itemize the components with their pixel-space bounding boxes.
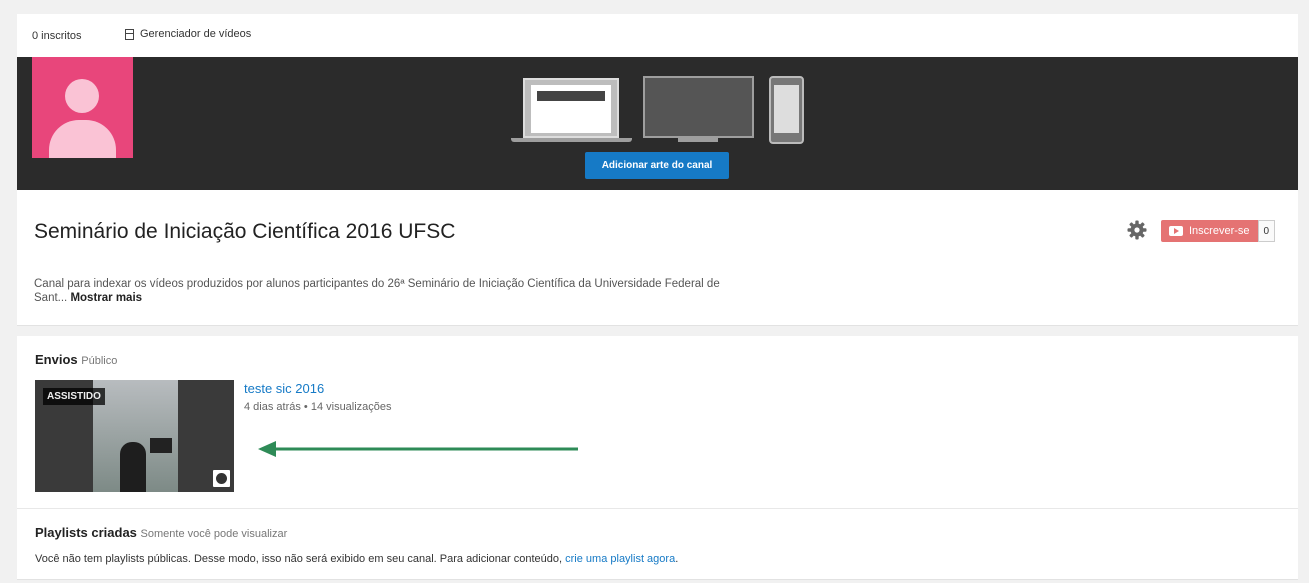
create-playlist-link[interactable]: crie uma playlist agora <box>565 553 675 565</box>
channel-banner: Adicionar arte do canal <box>17 57 1298 190</box>
watched-badge: ASSISTIDO <box>43 388 105 405</box>
uploads-section: Envios Público ASSISTIDO teste sic 2016 … <box>17 336 1298 509</box>
avatar[interactable] <box>32 57 133 158</box>
uploads-visibility: Público <box>81 355 118 367</box>
subscribe-control: Inscrever-se 0 <box>1161 220 1276 242</box>
video-manager-label: Gerenciador de vídeos <box>140 28 252 40</box>
thumbnail-monitor <box>150 438 172 453</box>
playlists-subtitle: Somente você pode visualizar <box>140 528 288 540</box>
channel-topbar: 0 inscritos Gerenciador de vídeos <box>17 14 1298 58</box>
description-line-2: Sant... <box>34 292 68 304</box>
subscribe-button[interactable]: Inscrever-se <box>1161 220 1258 242</box>
add-channel-art-button[interactable]: Adicionar arte do canal <box>585 152 729 179</box>
video-manager-link[interactable]: Gerenciador de vídeos <box>125 28 251 40</box>
playlists-message: Você não tem playlists públicas. Desse m… <box>35 553 678 565</box>
video-meta: 4 dias atrás • 14 visualizações <box>244 401 392 413</box>
subscribe-label: Inscrever-se <box>1189 225 1250 237</box>
uploads-title: Envios Público <box>35 352 117 367</box>
channel-title: Seminário de Iniciação Científica 2016 U… <box>34 220 456 243</box>
playlists-text-end: . <box>675 553 679 565</box>
uploads-title-text: Envios <box>35 352 78 367</box>
thumbnail-person <box>120 442 146 492</box>
playlists-title-text: Playlists criadas <box>35 525 137 540</box>
subscriber-count-badge: 0 <box>1257 220 1276 242</box>
show-more-link[interactable]: Mostrar mais <box>70 292 142 304</box>
playlists-title: Playlists criadas Somente você pode visu… <box>35 525 287 540</box>
avatar-head <box>65 79 99 113</box>
play-icon <box>1169 226 1183 236</box>
arrow-left-icon <box>258 441 578 457</box>
avatar-body <box>49 120 116 158</box>
tv-preview-icon <box>643 76 754 146</box>
video-manager-icon <box>125 28 134 40</box>
channel-description: Canal para indexar os vídeos produzidos … <box>34 277 834 305</box>
clock-icon[interactable] <box>213 470 230 487</box>
playlists-text: Você não tem playlists públicas. Desse m… <box>35 553 566 565</box>
playlists-section: Playlists criadas Somente você pode visu… <box>17 508 1298 580</box>
video-title-link[interactable]: teste sic 2016 <box>244 381 324 396</box>
channel-info: Seminário de Iniciação Científica 2016 U… <box>17 190 1298 326</box>
subscriber-count: 0 inscritos <box>32 30 82 42</box>
laptop-preview-icon <box>511 78 632 144</box>
gear-icon[interactable] <box>1127 220 1147 240</box>
description-line-1: Canal para indexar os vídeos produzidos … <box>34 278 720 290</box>
phone-preview-icon <box>769 76 804 144</box>
video-thumbnail[interactable]: ASSISTIDO <box>35 380 234 492</box>
